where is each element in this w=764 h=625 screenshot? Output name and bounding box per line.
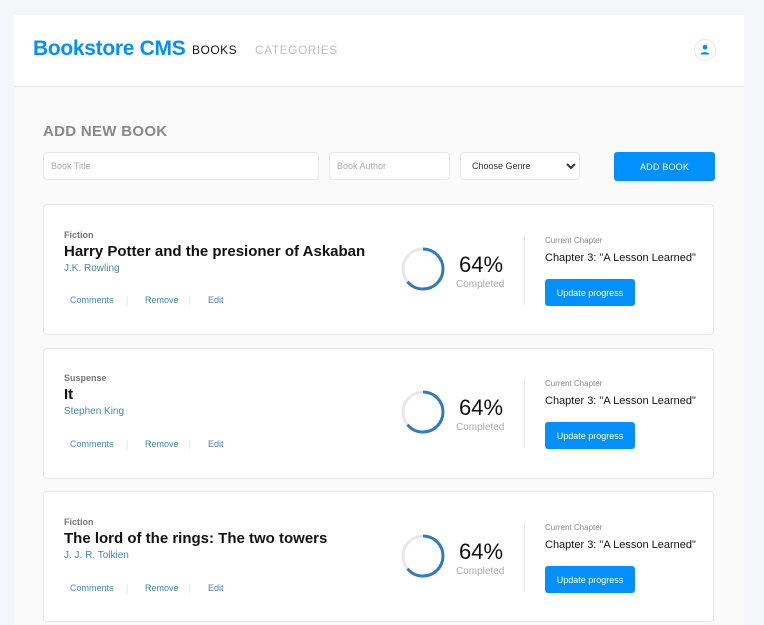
current-chapter: Chapter 3: "A Lesson Learned"	[545, 395, 696, 407]
logo[interactable]: Bookstore CMS	[33, 37, 186, 61]
progress-percent: 64%	[459, 395, 504, 420]
edit-button[interactable]: Edit	[208, 583, 224, 593]
edit-button[interactable]: Edit	[208, 295, 224, 305]
header: Bookstore CMS BOOKS CATEGORIES	[14, 15, 744, 87]
progress-percent: 64%	[459, 252, 504, 277]
divider	[524, 522, 525, 592]
edit-button[interactable]: Edit	[208, 439, 224, 449]
comments-button[interactable]: Comments	[70, 295, 114, 305]
remove-button[interactable]: Remove	[145, 583, 179, 593]
progress-percent: 64%	[459, 539, 504, 564]
book-author[interactable]: J.K. Rowling	[64, 263, 120, 274]
comments-button[interactable]: Comments	[70, 439, 114, 449]
current-chapter-label: Current Chapter	[545, 523, 603, 532]
update-progress-button[interactable]: Update progress	[545, 422, 635, 449]
divider	[524, 235, 525, 305]
book-title: The lord of the rings: The two towers	[64, 530, 328, 547]
book-author-input[interactable]	[329, 152, 450, 180]
update-progress-button[interactable]: Update progress	[545, 279, 635, 306]
completed-label: Completed	[456, 279, 505, 290]
completed-label: Completed	[456, 566, 505, 577]
book-genre: Suspense	[64, 373, 107, 383]
action-separator: |	[126, 439, 129, 449]
book-title: Harry Potter and the presioner of Askaba…	[64, 243, 366, 260]
book-title-input[interactable]	[43, 152, 319, 180]
remove-button[interactable]: Remove	[145, 439, 179, 449]
current-chapter-label: Current Chapter	[545, 379, 603, 388]
nav-categories[interactable]: CATEGORIES	[255, 43, 338, 57]
user-button[interactable]	[694, 39, 716, 61]
current-chapter: Chapter 3: "A Lesson Learned"	[545, 539, 696, 551]
add-book-heading: ADD NEW BOOK	[43, 123, 168, 140]
add-book-button[interactable]: ADD BOOK	[614, 152, 715, 181]
action-separator: |	[188, 439, 191, 449]
remove-button[interactable]: Remove	[145, 295, 179, 305]
completed-label: Completed	[456, 422, 505, 433]
action-separator: |	[126, 295, 129, 305]
book-card: Suspense It Stephen King Comments | Remo…	[43, 348, 714, 479]
book-card: Fiction Harry Potter and the presioner o…	[43, 204, 714, 335]
nav-books[interactable]: BOOKS	[192, 43, 237, 57]
current-chapter-label: Current Chapter	[545, 236, 603, 245]
action-separator: |	[188, 583, 191, 593]
book-genre: Fiction	[64, 517, 94, 527]
book-genre: Fiction	[64, 230, 94, 240]
user-icon	[700, 44, 710, 55]
progress-ring	[401, 534, 445, 578]
comments-button[interactable]: Comments	[70, 583, 114, 593]
genre-select[interactable]: Choose Genre	[460, 152, 580, 180]
main-panel: Bookstore CMS BOOKS CATEGORIES ADD NEW B…	[14, 15, 744, 625]
book-author[interactable]: J. J. R. Tolkien	[64, 550, 129, 561]
action-separator: |	[126, 583, 129, 593]
book-author[interactable]: Stephen King	[64, 406, 124, 417]
progress-ring	[401, 247, 445, 291]
divider	[524, 378, 525, 448]
action-separator: |	[188, 295, 191, 305]
update-progress-button[interactable]: Update progress	[545, 566, 635, 593]
current-chapter: Chapter 3: "A Lesson Learned"	[545, 252, 696, 264]
book-card: Fiction The lord of the rings: The two t…	[43, 491, 714, 622]
progress-ring	[401, 390, 445, 434]
book-title: It	[64, 386, 74, 403]
